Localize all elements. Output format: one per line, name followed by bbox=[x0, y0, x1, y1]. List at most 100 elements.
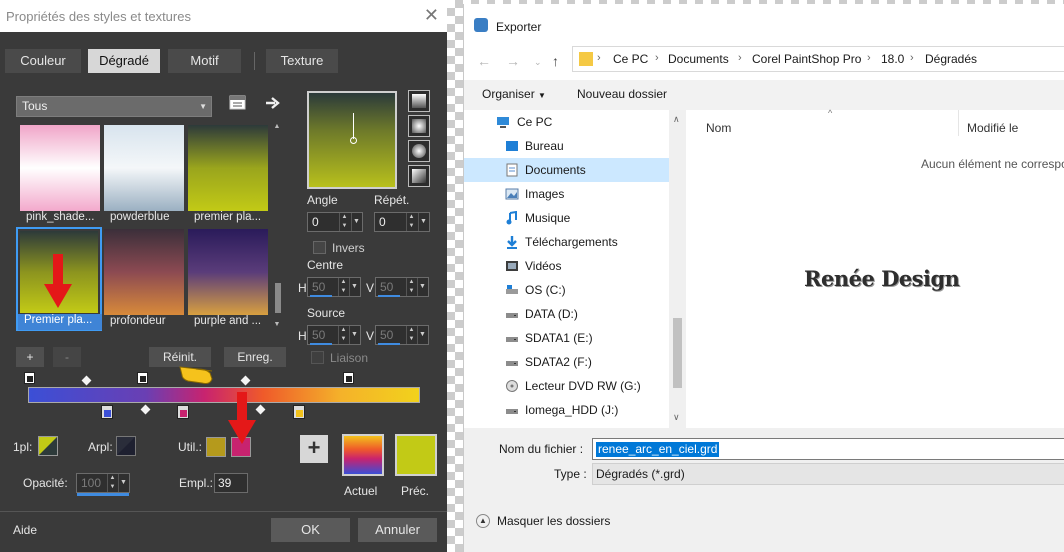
tree-item-desktop[interactable]: Bureau bbox=[464, 134, 669, 158]
close-icon[interactable]: ✕ bbox=[424, 6, 439, 24]
spin-arrows-icon[interactable]: ▲ ▼ bbox=[339, 213, 349, 231]
tree-item-videos[interactable]: Vidéos bbox=[464, 254, 669, 278]
user-color-swatch[interactable] bbox=[206, 437, 226, 457]
gradient-editor-bar[interactable] bbox=[28, 387, 420, 403]
gradient-tile-pink-shade[interactable] bbox=[20, 125, 100, 211]
angle-spinner[interactable]: 0 ▲ ▼ ▼ bbox=[307, 212, 363, 232]
scroll-thumb[interactable] bbox=[275, 283, 281, 313]
arrow-right-icon[interactable] bbox=[265, 97, 281, 109]
previous-color-swatch[interactable] bbox=[395, 434, 437, 476]
opacity-spinner[interactable]: 100 ▲ ▼ ▼ bbox=[76, 473, 130, 493]
radial-style-button[interactable] bbox=[408, 140, 430, 162]
hide-folders-button[interactable]: Masquer les dossiers bbox=[497, 514, 610, 528]
chevron-down-icon[interactable]: ▼ bbox=[349, 326, 359, 344]
spin-arrows-icon[interactable]: ▲ ▼ bbox=[406, 278, 416, 296]
tree-item-os-c[interactable]: OS (C:) bbox=[464, 278, 669, 302]
chevron-down-icon[interactable]: ▼ bbox=[349, 278, 359, 296]
invert-checkbox[interactable] bbox=[313, 241, 326, 254]
breadcrumb-item[interactable]: Ce PC bbox=[613, 52, 648, 66]
color-stop-marker[interactable] bbox=[293, 405, 305, 419]
scroll-thumb[interactable] bbox=[673, 318, 682, 388]
save-button[interactable]: Enreg. bbox=[224, 347, 286, 367]
tree-item-sdata1-e[interactable]: SDATA1 (E:) bbox=[464, 326, 669, 350]
column-name[interactable]: Nom bbox=[706, 121, 731, 135]
tree-item-data-d[interactable]: DATA (D:) bbox=[464, 302, 669, 326]
gradient-preview[interactable] bbox=[307, 91, 397, 189]
remove-gradient-button[interactable]: - bbox=[53, 347, 81, 367]
scroll-down-icon[interactable]: ∨ bbox=[673, 412, 680, 423]
tree-item-this-pc[interactable]: Ce PC bbox=[464, 110, 669, 134]
breadcrumb-item[interactable]: 18.0 bbox=[881, 52, 904, 66]
library-icon[interactable] bbox=[229, 95, 247, 111]
gradient-tile-profondeur[interactable] bbox=[104, 229, 184, 315]
chevron-down-icon[interactable]: ▼ bbox=[417, 326, 427, 344]
repeat-spinner[interactable]: 0 ▲ ▼ ▼ bbox=[374, 212, 430, 232]
spin-arrows-icon[interactable]: ▲ ▼ bbox=[338, 326, 348, 344]
tree-scrollbar[interactable]: ∧ ∨ bbox=[669, 110, 686, 428]
breadcrumb-item[interactable]: Corel PaintShop Pro bbox=[752, 52, 861, 66]
gradient-list-scrollbar[interactable]: ▲ ▼ bbox=[272, 123, 282, 333]
foreground-swatch[interactable] bbox=[38, 436, 58, 456]
column-modified[interactable]: Modifié le bbox=[967, 121, 1018, 135]
scroll-down-icon[interactable]: ▼ bbox=[272, 321, 282, 331]
breadcrumb-item[interactable]: Documents bbox=[668, 52, 729, 66]
address-bar[interactable]: › Ce PC › Documents › Corel PaintShop Pr… bbox=[572, 46, 1064, 72]
tree-item-dvd-g[interactable]: Lecteur DVD RW (G:) bbox=[464, 374, 669, 398]
filename-input[interactable]: renee_arc_en_ciel.grd bbox=[592, 438, 1064, 460]
tab-pattern[interactable]: Motif bbox=[168, 49, 241, 73]
scroll-up-icon[interactable]: ▲ bbox=[272, 123, 282, 133]
gradient-tile-purple-and[interactable] bbox=[188, 229, 268, 315]
tree-item-documents[interactable]: Documents bbox=[464, 158, 669, 182]
location-field[interactable]: 39 bbox=[214, 473, 248, 493]
link-checkbox[interactable] bbox=[311, 351, 324, 364]
opacity-slider-fill[interactable] bbox=[77, 493, 129, 496]
source-v-spinner[interactable]: 50 ▲ ▼ ▼ bbox=[375, 325, 429, 345]
new-folder-button[interactable]: Nouveau dossier bbox=[577, 87, 667, 101]
chevron-down-icon[interactable]: ▼ bbox=[417, 278, 427, 296]
chevron-down-icon[interactable]: ▼ bbox=[351, 213, 361, 231]
tab-texture[interactable]: Texture bbox=[266, 49, 338, 73]
angle-handle[interactable] bbox=[350, 137, 357, 144]
chevron-down-icon[interactable]: ▼ bbox=[418, 213, 428, 231]
tab-color[interactable]: Couleur bbox=[5, 49, 81, 73]
midpoint-marker[interactable] bbox=[240, 375, 251, 386]
breadcrumb-item[interactable]: Dégradés bbox=[925, 52, 977, 66]
tree-item-downloads[interactable]: Téléchargements bbox=[464, 230, 669, 254]
organize-button[interactable]: Organiser ▼ bbox=[482, 87, 546, 101]
rectangular-style-button[interactable] bbox=[408, 115, 430, 137]
spin-arrows-icon[interactable]: ▲ ▼ bbox=[338, 278, 348, 296]
chevron-down-icon[interactable]: ⌄ bbox=[534, 57, 542, 68]
help-link[interactable]: Aide bbox=[13, 523, 37, 537]
tab-gradient[interactable]: Dégradé bbox=[88, 49, 160, 73]
file-list[interactable]: ^ Nom Modifié le Aucun élément ne corres… bbox=[688, 108, 1064, 428]
ok-button[interactable]: OK bbox=[271, 518, 350, 542]
midpoint-marker[interactable] bbox=[140, 404, 151, 415]
add-gradient-button[interactable]: + bbox=[16, 347, 44, 367]
tree-item-sdata2-f[interactable]: SDATA2 (F:) bbox=[464, 350, 669, 374]
back-arrow-icon[interactable]: ← bbox=[477, 53, 491, 69]
cancel-button[interactable]: Annuler bbox=[358, 518, 437, 542]
center-h-spinner[interactable]: 50 ▲ ▼ ▼ bbox=[307, 277, 361, 297]
color-stop-marker[interactable] bbox=[177, 405, 189, 419]
background-swatch[interactable] bbox=[116, 436, 136, 456]
gradient-tile-premier-plan[interactable] bbox=[188, 125, 268, 211]
tree-item-music[interactable]: Musique bbox=[464, 206, 669, 230]
gradient-tile-powderblue[interactable] bbox=[104, 125, 184, 211]
forward-arrow-icon[interactable]: → bbox=[506, 53, 520, 69]
up-arrow-icon[interactable]: ↑ bbox=[552, 53, 559, 69]
transparency-stop-marker[interactable] bbox=[24, 372, 35, 384]
chevron-down-icon[interactable]: ▼ bbox=[118, 474, 128, 492]
linear-style-button[interactable] bbox=[408, 90, 430, 112]
transparency-stop-marker[interactable] bbox=[137, 372, 148, 384]
sunburst-style-button[interactable] bbox=[408, 165, 430, 187]
transparency-stop-marker[interactable] bbox=[343, 372, 354, 384]
spin-arrows-icon[interactable]: ▲ ▼ bbox=[107, 474, 117, 492]
scroll-up-icon[interactable]: ∧ bbox=[673, 114, 680, 125]
tree-item-images[interactable]: Images bbox=[464, 182, 669, 206]
color-stop-marker[interactable] bbox=[101, 405, 113, 419]
current-gradient-swatch[interactable] bbox=[342, 434, 384, 476]
midpoint-marker[interactable] bbox=[255, 404, 266, 415]
source-h-spinner[interactable]: 50 ▲ ▼ ▼ bbox=[307, 325, 361, 345]
center-v-spinner[interactable]: 50 ▲ ▼ ▼ bbox=[375, 277, 429, 297]
collapse-up-icon[interactable]: ▲ bbox=[476, 514, 490, 528]
